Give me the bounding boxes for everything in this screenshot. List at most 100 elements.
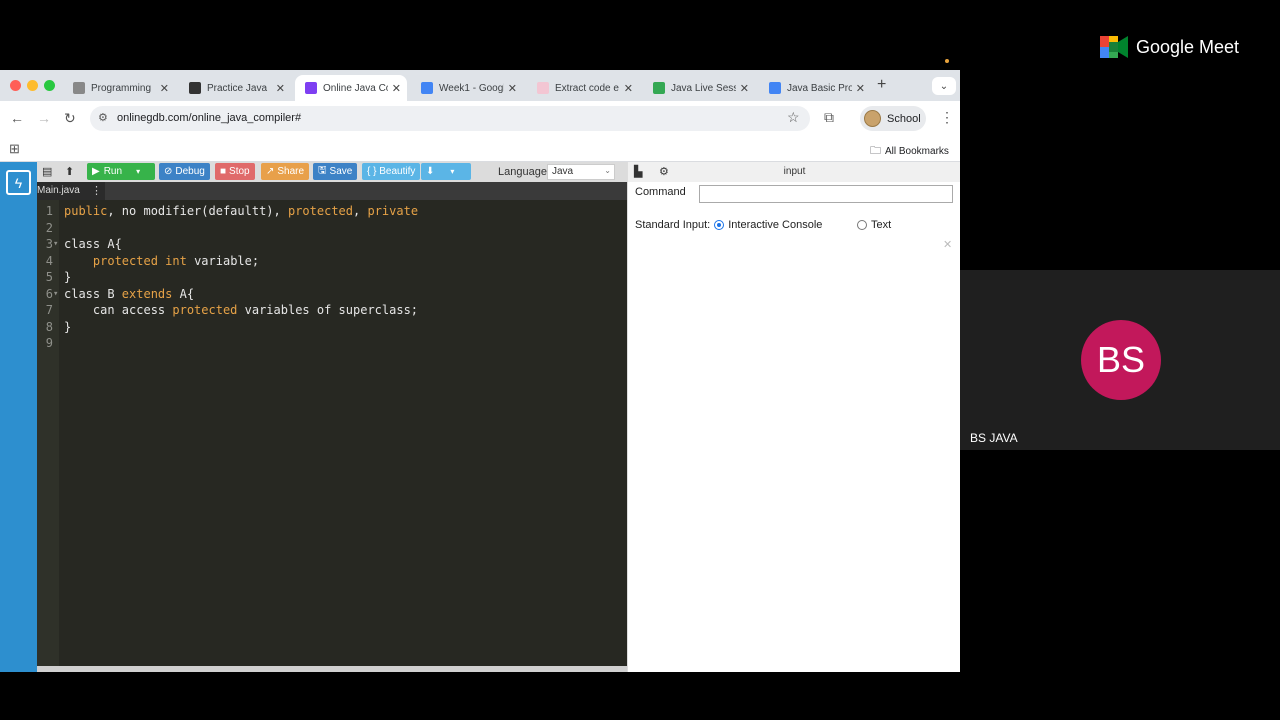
browser-tab-title: Online Java Co [323,82,388,94]
chevron-down-icon: ⌄ [604,166,611,175]
standard-input-label: Standard Input: [635,219,711,231]
google-meet-logo: Google Meet [1100,36,1239,58]
minimize-window-button[interactable] [27,80,38,91]
download-button[interactable]: ⬇ ▾ [421,163,471,180]
browser-tab[interactable]: Java Basic Pro ✕ [759,75,871,101]
browser-tab-title: Java Live Sess [671,82,736,94]
maximize-window-button[interactable] [44,80,55,91]
all-bookmarks-label: All Bookmarks [885,146,949,157]
beautify-button[interactable]: { } Beautify [362,163,421,180]
avatar [864,110,881,127]
url-text: onlinegdb.com/online_java_compiler# [117,112,302,124]
input-panel-title: input [783,166,806,177]
browser-tab[interactable]: Programming ✕ [63,75,175,101]
close-icon[interactable]: ✕ [943,238,952,251]
folder-icon: 🗀 [870,145,881,157]
stop-button[interactable]: ■ Stop [215,163,255,180]
browser-tab[interactable]: Week1 - Googl ✕ [411,75,523,101]
extensions-icon[interactable]: ⧉ [824,109,834,126]
menu-icon[interactable]: ⋮ [940,109,954,126]
chevron-down-icon[interactable]: ▾ [450,167,454,176]
drive-icon [653,82,665,94]
recording-indicator [945,59,949,63]
code-token: , no modifier(defaultt), [107,204,288,218]
docs-icon [769,82,781,94]
debug-icon: ⊘ [164,166,173,177]
interactive-console-radio[interactable] [714,220,725,230]
input-panel-header: ▙ ⚙ input [628,162,960,182]
globe-icon [73,82,85,94]
meet-logo-text: Google Meet [1136,36,1240,57]
share-button[interactable]: ↗ Share [261,163,310,180]
debug-button[interactable]: ⊘ Debug [159,163,210,180]
run-button[interactable]: ▶ Run ▾ [87,163,155,180]
bookmark-star-icon[interactable]: ☆ [787,109,800,126]
tab-search-button[interactable]: ⌄ [932,77,956,95]
text-radio[interactable] [857,220,867,230]
address-bar[interactable]: ⚙ onlinegdb.com/online_java_compiler# ☆ [90,106,810,131]
text-option-label[interactable]: Text [871,219,891,231]
share-icon: ↗ [266,166,275,177]
close-tab-icon[interactable]: ✕ [624,82,633,95]
command-input[interactable] [699,185,953,203]
close-tab-icon[interactable]: ✕ [392,82,401,95]
fold-toggle-icon[interactable]: ▾ [53,239,58,249]
close-tab-icon[interactable]: ✕ [508,82,517,95]
chevron-down-icon[interactable]: ▾ [136,167,140,176]
back-icon[interactable]: ← [10,110,24,126]
code-text: public, no modifier(defaultt), protected… [64,204,418,218]
participant-tile[interactable]: BS BS JAVA [960,270,1280,450]
browser-toolbar: ← → ↻ ⚙ onlinegdb.com/online_java_compil… [0,101,960,135]
command-label: Command [635,186,686,198]
participant-name: BS JAVA [970,431,1018,445]
close-tab-icon[interactable]: ✕ [740,82,749,95]
close-tab-icon[interactable]: ✕ [276,82,285,95]
file-tab-main-java[interactable]: Main.java ⋮ [37,182,105,200]
profile-button[interactable]: School [860,106,926,131]
close-tab-icon[interactable]: ✕ [856,82,865,95]
fold-toggle-icon[interactable]: ▾ [53,289,58,299]
site-info-icon[interactable]: ⚙ [98,111,108,124]
new-tab-button[interactable]: + [877,76,886,94]
new-file-icon[interactable]: ▤ [42,165,52,178]
site-icon [189,82,201,94]
code-token: variable; [186,253,260,268]
interactive-console-label[interactable]: Interactive Console [728,219,822,231]
browser-tab[interactable]: Practice Java ✕ [179,75,291,101]
code-keyword: protected [92,253,158,268]
close-tab-icon[interactable]: ✕ [160,82,169,95]
beautify-label: { } Beautify [367,166,416,177]
forward-icon[interactable]: → [37,110,51,126]
browser-tab[interactable]: Java Live Sess ✕ [643,75,755,101]
reload-icon[interactable]: ↻ [64,110,76,127]
save-icon: 🖫 [318,165,327,176]
file-menu-icon[interactable]: ⋮ [91,184,102,197]
close-window-button[interactable] [10,80,21,91]
code-line: 5} [37,270,627,286]
code-text: } [64,270,71,284]
save-button[interactable]: 🖫 Save [313,163,358,180]
code-token: class A{ [64,237,122,251]
browser-tab-title: Java Basic Pro [787,82,852,94]
stop-icon: ■ [220,166,227,177]
upload-icon[interactable]: ⬆ [65,165,74,178]
editor-horizontal-scrollbar[interactable] [37,666,627,672]
code-editor[interactable]: 1 public, no modifier(defaultt), protecte… [37,200,627,666]
all-bookmarks-button[interactable]: 🗀 All Bookmarks [870,142,949,161]
code-keyword: protected [172,303,238,317]
run-label: Run [103,166,123,177]
browser-tab[interactable]: Online Java Co ✕ [295,75,407,101]
file-tab-bar: Main.java ⋮ [37,182,627,200]
line-number: 8 [45,319,53,334]
line-number: 5 [45,270,53,284]
lightning-icon[interactable]: ϟ [6,170,31,195]
language-select[interactable]: Java ⌄ [547,164,615,180]
bookmarks-bar: ⊞ 🗀 All Bookmarks [0,135,960,162]
code-token: } [64,319,72,334]
line-number: 2 [45,220,53,235]
code-line: 9 [37,336,627,352]
apps-grid-icon[interactable]: ⊞ [9,141,20,157]
standard-input-row: Standard Input: Interactive Console [635,219,822,231]
code-token: can access [64,303,173,317]
browser-tab[interactable]: Extract code e ✕ [527,75,639,101]
